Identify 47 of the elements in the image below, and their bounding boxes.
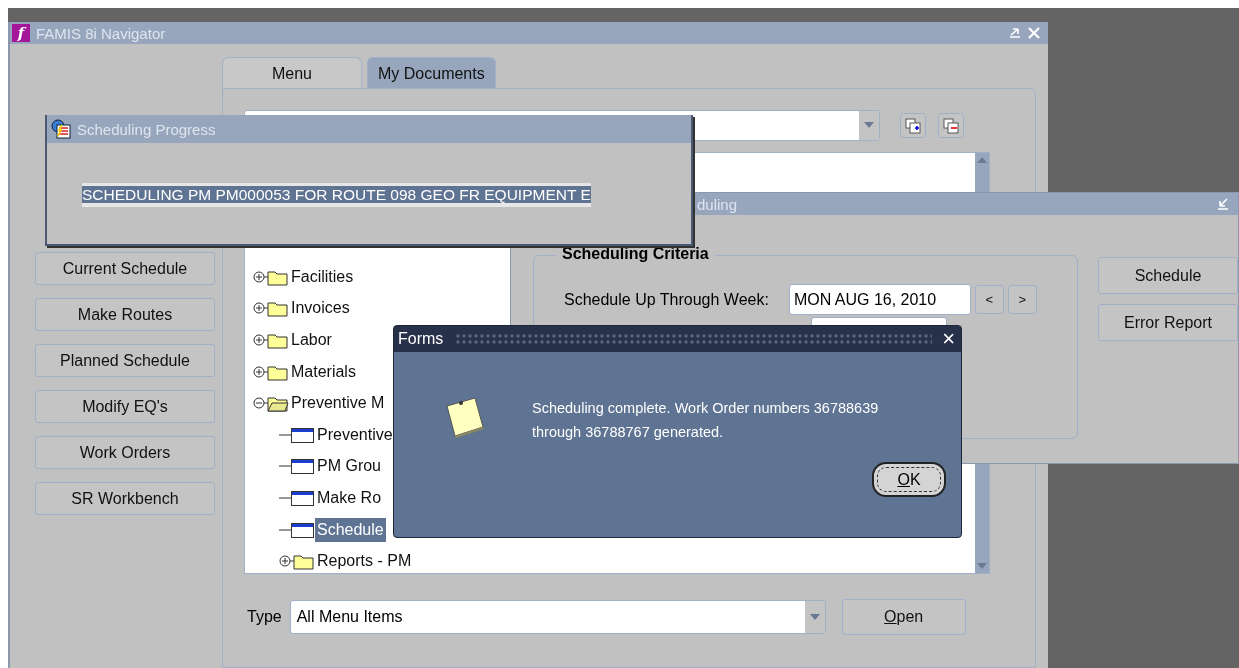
- previous-button[interactable]: <: [974, 285, 1004, 314]
- tree-item[interactable]: Invoices: [289, 296, 352, 321]
- tree-item[interactable]: Facilities: [289, 264, 356, 289]
- side-button[interactable]: SR Workbench: [35, 482, 215, 515]
- tree-item[interactable]: Preventive: [315, 422, 395, 447]
- app-icon: [51, 119, 71, 139]
- expand-all-icon[interactable]: [900, 112, 926, 138]
- week-field[interactable]: MON AUG 16, 2010: [788, 284, 971, 315]
- field-label: Schedule Up Through Week:: [564, 290, 769, 309]
- close-button[interactable]: ×: [932, 326, 955, 352]
- side-button[interactable]: Current Schedule: [35, 252, 215, 285]
- tree-item[interactable]: Make Ro: [315, 485, 384, 510]
- tree-item[interactable]: Labor: [289, 328, 334, 352]
- form-icon[interactable]: [279, 457, 315, 476]
- folder-icon[interactable]: [253, 331, 289, 349]
- tree-item[interactable]: PM Grou: [315, 454, 383, 479]
- progress-message: SCHEDULING PM PM000053 FOR ROUTE 098 GEO FR EQUIPMENT E: [82, 183, 591, 207]
- tree-item[interactable]: Materials: [289, 359, 358, 384]
- dialog-message: Scheduling complete. Work Order numbers 36788639 through 36788767 generated.: [532, 399, 880, 442]
- tab[interactable]: Menu: [222, 57, 362, 88]
- folder-icon[interactable]: [253, 394, 289, 413]
- collapse-all-icon[interactable]: [938, 112, 964, 138]
- window-title: FAMIS 8i Navigator: [36, 24, 166, 42]
- tree-item[interactable]: Schedule: [315, 517, 386, 542]
- side-button[interactable]: Work Orders: [35, 436, 215, 469]
- form-icon[interactable]: [279, 488, 315, 507]
- ok-button[interactable]: OK: [872, 462, 946, 497]
- action-button[interactable]: Error Report: [1098, 304, 1238, 341]
- dialog-title: Forms: [398, 330, 444, 348]
- type-label: Type: [247, 608, 282, 626]
- tree-item[interactable]: Preventive M: [289, 391, 387, 416]
- window-title: duling: [697, 195, 738, 213]
- window-title: Scheduling Progress: [77, 120, 216, 138]
- next-button[interactable]: >: [1007, 285, 1037, 314]
- app-logo: f: [12, 24, 30, 42]
- form-icon[interactable]: [279, 425, 315, 444]
- form-icon[interactable]: [279, 520, 315, 539]
- folder-icon[interactable]: [279, 552, 315, 571]
- open-button[interactable]: Open: [841, 599, 966, 635]
- tab[interactable]: My Documents: [367, 57, 496, 88]
- tree-item[interactable]: Reports - PM: [315, 549, 414, 574]
- folder-icon[interactable]: [253, 299, 289, 318]
- type-dropdown[interactable]: All Menu Items: [289, 600, 826, 634]
- side-button[interactable]: Modify EQ's: [35, 390, 215, 423]
- side-button[interactable]: Make Routes: [35, 298, 215, 331]
- side-button[interactable]: Planned Schedule: [35, 344, 215, 377]
- action-button[interactable]: Schedule: [1098, 257, 1238, 294]
